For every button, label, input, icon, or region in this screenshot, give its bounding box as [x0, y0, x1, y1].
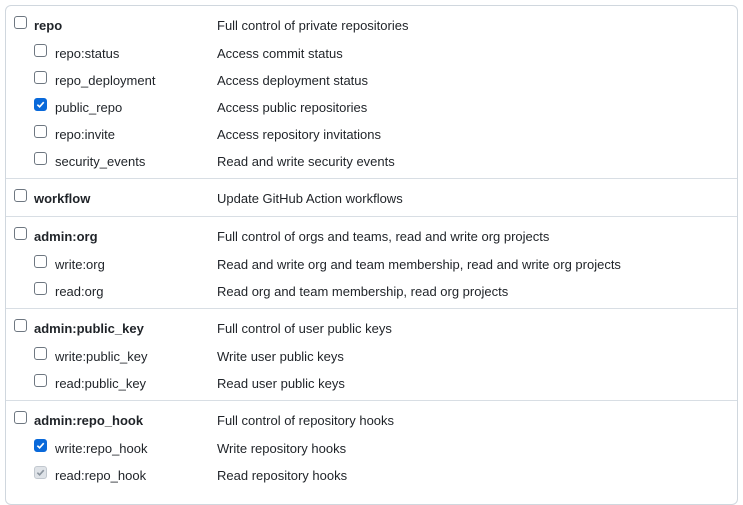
scope-group-admin-public-key: admin:public_key Full control of user pu…	[6, 309, 737, 401]
scope-row-security-events: security_events Read and write security …	[6, 146, 737, 173]
scope-description: Read org and team membership, read org p…	[217, 284, 509, 299]
scope-row-public-repo: public_repo Access public repositories	[6, 92, 737, 119]
checkbox-repo[interactable]	[14, 16, 27, 29]
scope-description: Read and write org and team membership, …	[217, 257, 621, 272]
checkbox-write-public-key[interactable]	[34, 347, 47, 360]
scope-group-workflow: workflow Update GitHub Action workflows	[6, 179, 737, 217]
scope-row-repo-status: repo:status Access commit status	[6, 38, 737, 65]
scope-description: Write repository hooks	[217, 441, 347, 456]
scope-name[interactable]: write:public_key	[55, 349, 148, 365]
scope-row-workflow: workflow Update GitHub Action workflows	[6, 179, 737, 211]
scope-row-repo-invite: repo:invite Access repository invitation…	[6, 119, 737, 146]
scope-name[interactable]: repo_deployment	[55, 73, 155, 89]
scope-description: Read repository hooks	[217, 468, 348, 483]
scope-description: Access public repositories	[217, 100, 368, 115]
scope-description: Read and write security events	[217, 154, 395, 169]
scope-description: Read user public keys	[217, 376, 345, 391]
scope-name[interactable]: read:repo_hook	[55, 468, 146, 484]
scope-description: Write user public keys	[217, 349, 344, 364]
checkbox-admin-org[interactable]	[14, 227, 27, 240]
scope-name[interactable]: workflow	[34, 191, 90, 207]
scope-name[interactable]: read:org	[55, 284, 103, 300]
check-icon	[36, 469, 45, 477]
checkbox-repo-invite[interactable]	[34, 125, 47, 138]
scope-row-repo: repo Full control of private repositorie…	[6, 6, 737, 38]
scope-name[interactable]: public_repo	[55, 100, 122, 116]
checkbox-read-repo-hook[interactable]	[34, 466, 47, 479]
scope-row-write-public-key: write:public_key Write user public keys	[6, 341, 737, 368]
scope-name[interactable]: repo:invite	[55, 127, 115, 143]
checkbox-write-repo-hook[interactable]	[34, 439, 47, 452]
checkbox-repo-status[interactable]	[34, 44, 47, 57]
checkbox-admin-repo-hook[interactable]	[14, 411, 27, 424]
scope-row-write-repo-hook: write:repo_hook Write repository hooks	[6, 433, 737, 460]
scope-name[interactable]: repo:status	[55, 46, 119, 62]
scope-row-admin-repo-hook: admin:repo_hook Full control of reposito…	[6, 401, 737, 433]
scope-row-read-public-key: read:public_key Read user public keys	[6, 368, 737, 395]
checkbox-admin-public-key[interactable]	[14, 319, 27, 332]
scope-name[interactable]: admin:repo_hook	[34, 413, 143, 429]
checkbox-public-repo[interactable]	[34, 98, 47, 111]
checkbox-repo-deployment[interactable]	[34, 71, 47, 84]
scopes-panel: repo Full control of private repositorie…	[5, 5, 738, 505]
checkbox-write-org[interactable]	[34, 255, 47, 268]
scope-group-repo: repo Full control of private repositorie…	[6, 6, 737, 179]
scope-name[interactable]: admin:public_key	[34, 321, 144, 337]
scope-row-admin-public-key: admin:public_key Full control of user pu…	[6, 309, 737, 341]
scope-name[interactable]: security_events	[55, 154, 145, 170]
checkbox-read-public-key[interactable]	[34, 374, 47, 387]
scope-description: Full control of repository hooks	[217, 413, 395, 428]
scope-description: Access deployment status	[217, 73, 369, 88]
scope-group-admin-org: admin:org Full control of orgs and teams…	[6, 217, 737, 309]
scope-name[interactable]: repo	[34, 18, 62, 34]
check-icon	[36, 442, 45, 450]
scope-description: Full control of private repositories	[217, 18, 409, 33]
checkbox-security-events[interactable]	[34, 152, 47, 165]
scope-group-admin-repo-hook: admin:repo_hook Full control of reposito…	[6, 401, 737, 487]
scope-row-read-org: read:org Read org and team membership, r…	[6, 276, 737, 303]
scope-description: Access repository invitations	[217, 127, 382, 142]
checkbox-workflow[interactable]	[14, 189, 27, 202]
scope-row-admin-org: admin:org Full control of orgs and teams…	[6, 217, 737, 249]
scope-row-repo-deployment: repo_deployment Access deployment status	[6, 65, 737, 92]
scope-description: Access commit status	[217, 46, 343, 61]
scope-name[interactable]: write:repo_hook	[55, 441, 148, 457]
scope-description: Full control of orgs and teams, read and…	[217, 229, 550, 244]
scope-name[interactable]: admin:org	[34, 229, 98, 245]
scope-row-write-org: write:org Read and write org and team me…	[6, 249, 737, 276]
check-icon	[36, 101, 45, 109]
scope-description: Update GitHub Action workflows	[217, 191, 403, 206]
checkbox-read-org[interactable]	[34, 282, 47, 295]
scope-name[interactable]: read:public_key	[55, 376, 146, 392]
scope-row-read-repo-hook: read:repo_hook Read repository hooks	[6, 460, 737, 487]
scope-description: Full control of user public keys	[217, 321, 392, 336]
scope-name[interactable]: write:org	[55, 257, 105, 273]
